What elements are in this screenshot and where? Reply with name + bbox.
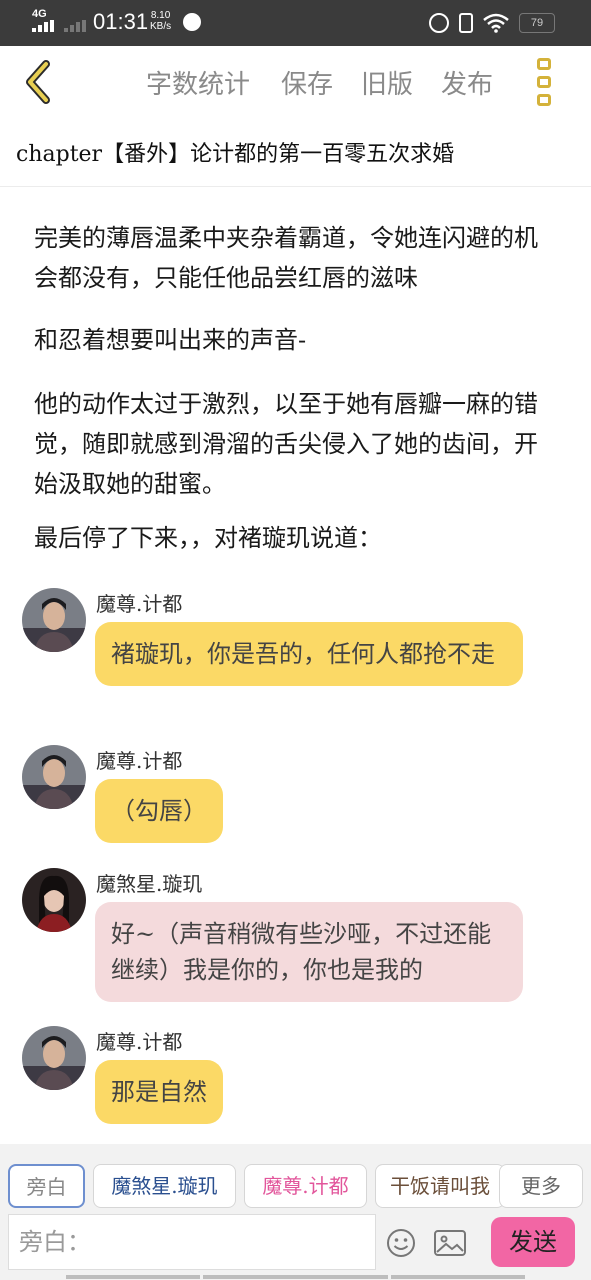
speaker-name: 魔煞星.璇玑 <box>96 872 203 896</box>
network-speed: 8.10 KB/s <box>150 10 171 32</box>
avatar[interactable] <box>22 868 86 932</box>
speaker-name: 魔尊.计都 <box>96 592 183 616</box>
battery-icon: 79 <box>519 13 555 33</box>
narration-paragraph[interactable]: 最后停了下来，，对褚璇玑说道： <box>34 518 554 558</box>
clock: 01:31 <box>93 9 149 34</box>
emoji-icon[interactable] <box>386 1228 416 1258</box>
speed-unit: KB/s <box>150 21 172 32</box>
speaker-name: 魔尊.计都 <box>96 1030 183 1054</box>
more-menu-icon[interactable] <box>530 56 558 108</box>
speaker-name: 魔尊.计都 <box>96 749 183 773</box>
editor-toolbar: 字数统计 保存 旧版 发布 <box>0 46 591 126</box>
speed-value: 8.10 <box>150 10 171 21</box>
vibrate-icon <box>459 13 473 33</box>
back-arrow-icon[interactable] <box>20 58 60 106</box>
compose-bar: 旁白 魔煞星.璇玑 魔尊.计都 干饭请叫我 更多 旁白： 发送 <box>0 1144 591 1280</box>
message-bubble[interactable]: 褚璇玑，你是吾的，任何人都抢不走 <box>95 622 523 686</box>
narration-paragraph[interactable]: 完美的薄唇温柔中夹杂着霸道，令她连闪避的机会都没有，只能任他品尝红唇的滋味 <box>34 218 554 298</box>
message-bubble[interactable]: （勾唇） <box>95 779 223 843</box>
save-button[interactable]: 保存 <box>281 64 333 101</box>
network-type: 4G <box>32 8 47 20</box>
status-bar: 4G 01:31 8.10 KB/s 79 <box>0 0 591 46</box>
narration-paragraph[interactable]: 他的动作太过于激烈，以至于她有唇瓣一麻的错觉，随即就感到滑溜的舌尖侵入了她的齿间… <box>34 384 554 504</box>
wifi-icon <box>483 13 509 33</box>
signal-icon <box>32 20 90 32</box>
publish-button[interactable]: 发布 <box>441 64 493 101</box>
image-icon[interactable] <box>434 1230 466 1256</box>
alarm-icon <box>429 13 449 33</box>
narration-paragraph[interactable]: 和忍着想要叫出来的声音- <box>34 320 554 360</box>
nav-indicator <box>391 1275 525 1279</box>
nav-indicator <box>203 1275 388 1279</box>
divider <box>0 186 591 187</box>
avatar[interactable] <box>22 1026 86 1090</box>
send-button[interactable]: 发送 <box>491 1217 575 1267</box>
message-input[interactable]: 旁白： <box>8 1214 376 1270</box>
globe-icon <box>183 13 201 31</box>
avatar[interactable] <box>22 588 86 652</box>
role-chip-ganfan[interactable]: 干饭请叫我 <box>375 1164 505 1208</box>
message-bubble[interactable]: 好~（声音稍微有些沙哑，不过还能继续）我是你的，你也是我的 <box>95 902 523 1002</box>
avatar[interactable] <box>22 745 86 809</box>
word-count-button[interactable]: 字数统计 <box>146 64 250 101</box>
more-roles-button[interactable]: 更多 <box>499 1164 583 1208</box>
nav-indicator <box>66 1275 200 1279</box>
role-chip-narration[interactable]: 旁白 <box>8 1164 85 1208</box>
role-chip-jidu[interactable]: 魔尊.计都 <box>244 1164 367 1208</box>
old-version-button[interactable]: 旧版 <box>361 64 413 101</box>
role-chip-xuanji[interactable]: 魔煞星.璇玑 <box>93 1164 236 1208</box>
chapter-title: chapter【番外】论计都的第一百零五次求婚 <box>16 142 455 167</box>
message-bubble[interactable]: 那是自然 <box>95 1060 223 1124</box>
